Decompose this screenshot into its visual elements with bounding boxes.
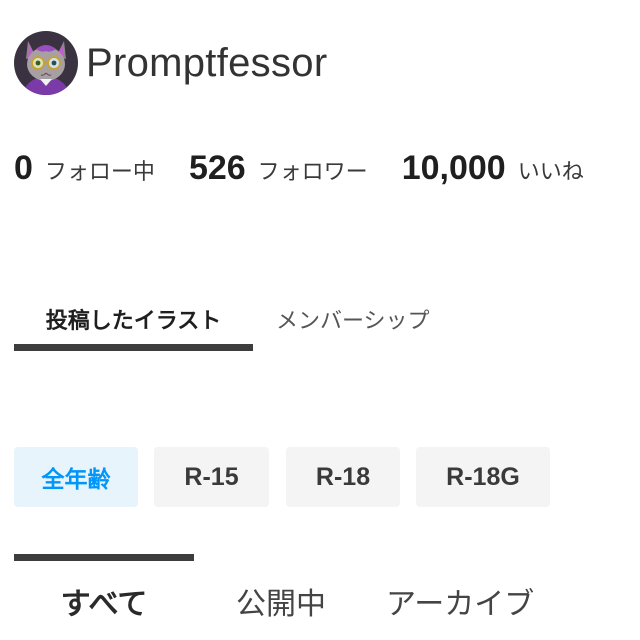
main-tabs: 投稿したイラスト メンバーシップ (14, 290, 640, 352)
followers-label: フォロワー (257, 159, 368, 185)
visibility-tabs: すべて 公開中 アーカイブ (14, 554, 640, 640)
filter-r18g-button[interactable]: R-18G (416, 447, 550, 507)
filter-all-ages-button[interactable]: 全年齢 (14, 447, 138, 507)
following-stat[interactable]: 0 フォロー中 (14, 149, 155, 188)
followers-count: 526 (188, 148, 246, 187)
filter-r15-button[interactable]: R-15 (154, 447, 269, 507)
profile-stats: 0 フォロー中 526 フォロワー 10,000 いいね (14, 146, 584, 190)
cat-avatar-icon[interactable] (14, 31, 78, 95)
following-label: フォロー中 (44, 159, 155, 185)
likes-stat: 10,000 いいね (402, 149, 584, 188)
tab-posted-illustrations[interactable]: 投稿したイラスト (14, 290, 253, 348)
likes-label: いいね (517, 159, 584, 185)
tab-all[interactable]: すべて (14, 576, 194, 626)
rating-filter: 全年齢 R-15 R-18 R-18G (14, 447, 550, 507)
tab-membership[interactable]: メンバーシップ (276, 290, 430, 348)
active-subtab-indicator (14, 554, 194, 561)
tab-archive[interactable]: アーカイブ (386, 576, 534, 626)
profile-header: Promptfessor (14, 30, 327, 96)
likes-count: 10,000 (401, 148, 506, 187)
following-count: 0 (14, 148, 33, 187)
followers-stat[interactable]: 526 フォロワー (189, 149, 368, 188)
filter-r18-button[interactable]: R-18 (286, 447, 400, 507)
username[interactable]: Promptfessor (86, 41, 327, 86)
tab-public[interactable]: 公開中 (236, 576, 326, 626)
active-tab-indicator (14, 344, 253, 351)
